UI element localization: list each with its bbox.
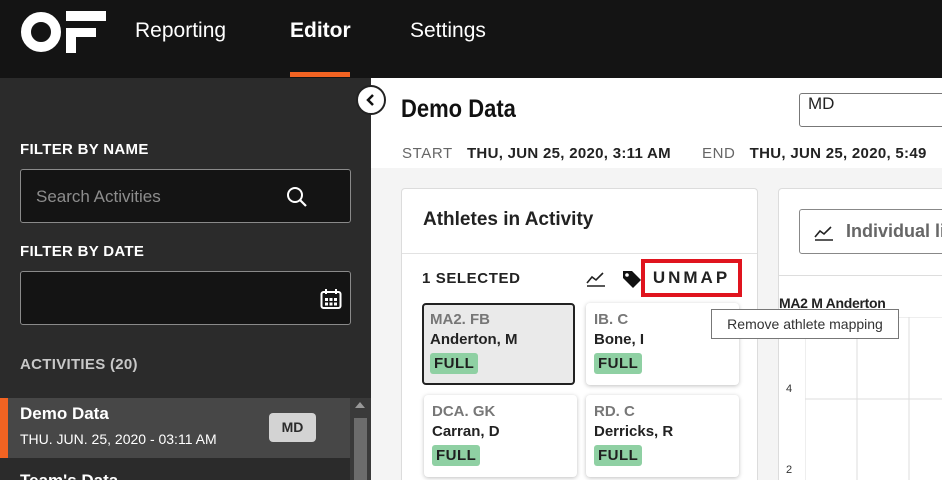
date-filter-field[interactable] [20,271,351,325]
sidebar: FILTER BY NAME FILTER BY DATE ACTIVITIES… [0,78,371,480]
collapse-sidebar-button[interactable] [356,85,386,115]
activity-tag-value: MD [808,94,835,113]
filter-by-date-label: FILTER BY DATE [20,243,145,260]
athlete-card[interactable]: MA2. FB Anderton, M FULL [422,303,575,385]
start-meta: START THU, JUN 25, 2020, 3:11 AM [402,145,671,162]
y-tick-label: 2 [786,464,793,476]
athletes-panel-title: Athletes in Activity [423,209,594,230]
athlete-name: Carran, D [432,423,500,440]
start-value: THU, JUN 25, 2020, 3:11 AM [466,145,671,162]
chart-view-selector[interactable]: Individual li [799,209,942,254]
activities-scrollbar[interactable] [350,398,371,480]
page-title: Demo Data [401,95,516,123]
status-badge: FULL [430,353,479,374]
status-badge: FULL [594,445,643,466]
tab-settings[interactable]: Settings [410,17,486,47]
athletes-panel: Athletes in Activity 1 SELECTED UNMAP MA… [401,188,758,480]
status-badge: FULL [594,353,643,374]
end-value: THU, JUN 25, 2020, 5:49 [749,145,927,162]
status-badge: FULL [432,445,481,466]
calendar-icon[interactable] [320,289,342,309]
selected-count: 1 SELECTED [422,270,521,287]
activity-selected-indicator [0,398,8,458]
chart-divider [779,275,942,276]
activity-date: THU. JUN. 25, 2020 - 03:11 AM [20,431,217,447]
filter-by-name-label: FILTER BY NAME [20,141,149,158]
unmap-button[interactable]: UNMAP [641,259,742,297]
of-logo-icon[interactable] [20,11,106,53]
start-label: START [402,145,453,162]
search-icon[interactable] [286,186,308,208]
athlete-position: DCA. GK [432,403,496,420]
chevron-left-icon [366,94,374,106]
athlete-name: Derricks, R [594,423,674,440]
athlete-name: Anderton, M [430,331,518,348]
activity-item-demo-data[interactable]: Demo Data THU. JUN. 25, 2020 - 03:11 AM … [0,398,350,458]
scroll-up-arrow-icon[interactable] [355,402,365,408]
activity-header: Demo Data MD START THU, JUN 25, 2020, 3:… [371,78,942,168]
activities-count-label: ACTIVITIES (20) [20,356,138,373]
tab-reporting[interactable]: Reporting [135,17,226,47]
top-navigation-bar: Reporting Editor Settings [0,0,942,78]
scroll-thumb[interactable] [354,418,367,480]
main-content: Demo Data MD START THU, JUN 25, 2020, 3:… [371,78,942,480]
end-label: END [702,145,736,162]
activity-tag-input[interactable]: MD [799,93,942,127]
chart-view-label: Individual li [846,221,942,241]
athlete-card[interactable]: DCA. GK Carran, D FULL [424,395,577,477]
tag-icon[interactable] [621,268,643,290]
tab-editor[interactable]: Editor [290,17,351,47]
athlete-position: RD. C [594,403,635,420]
athlete-name: Bone, I [594,331,645,348]
search-input[interactable] [36,184,286,210]
active-tab-indicator [290,72,350,77]
chart-grid [805,317,942,480]
athlete-card[interactable]: RD. C Derricks, R FULL [586,395,739,477]
athlete-position: IB. C [594,311,629,328]
panel-divider [402,253,757,254]
athlete-position: MA2. FB [430,311,490,328]
activity-tag-badge: MD [269,413,316,442]
trend-chart-icon [814,226,833,241]
end-meta: END THU, JUN 25, 2020, 5:49 [702,145,927,162]
activity-name: Demo Data [20,404,109,423]
activity-item-teams-data[interactable]: Team's Data [20,471,118,480]
unmap-tooltip: Remove athlete mapping [711,309,899,339]
search-field[interactable] [20,169,351,223]
trend-chart-icon[interactable] [586,271,606,287]
y-tick-label: 4 [786,383,793,395]
